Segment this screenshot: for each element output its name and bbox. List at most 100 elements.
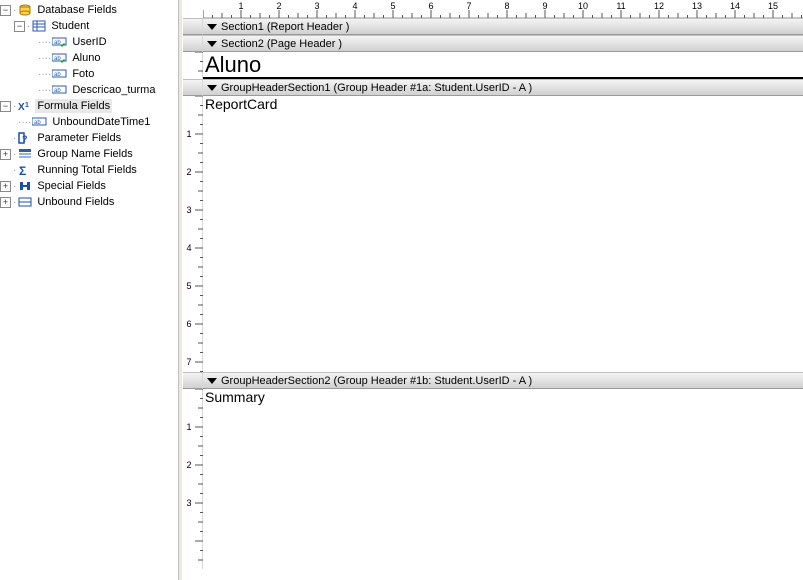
svg-text:10: 10 xyxy=(578,1,588,11)
field-icon: ab xyxy=(52,83,68,97)
tree-node-unbounddatetime[interactable]: ···· ab UnboundDateTime1 xyxy=(0,114,178,130)
svg-text:14: 14 xyxy=(730,1,740,11)
section-band-page-header[interactable]: Aluno xyxy=(203,52,803,79)
svg-text:6: 6 xyxy=(186,319,191,329)
tree-guide: · xyxy=(27,21,30,32)
field-reportcard[interactable]: ReportCard xyxy=(205,96,277,112)
tree-node-userid[interactable]: ···· ab UserID xyxy=(0,34,178,50)
field-explorer-tree[interactable]: − · Database Fields − · Student ···· xyxy=(0,0,178,210)
svg-text:9: 9 xyxy=(542,1,547,11)
svg-text:5: 5 xyxy=(186,281,191,291)
section-bar-page-header[interactable]: Section2 (Page Header ) xyxy=(203,35,803,52)
section-label: Section2 (Page Header ) xyxy=(221,38,342,50)
section-bar-group-header-2[interactable]: GroupHeaderSection2 (Group Header #1b: S… xyxy=(203,372,803,389)
field-icon: ab xyxy=(52,35,68,49)
tree-node-student[interactable]: − · Student xyxy=(0,18,178,34)
svg-text:6: 6 xyxy=(428,1,433,11)
svg-text:3: 3 xyxy=(314,1,319,11)
svg-text:2: 2 xyxy=(276,1,281,11)
expander-icon[interactable]: − xyxy=(0,5,11,16)
tree-label: Formula Fields xyxy=(35,99,112,113)
section-label: GroupHeaderSection2 (Group Header #1b: S… xyxy=(221,375,532,387)
svg-text:ab: ab xyxy=(54,56,61,62)
field-aluno[interactable]: Aluno xyxy=(205,52,261,78)
section-band-group-header-1[interactable]: ReportCard xyxy=(203,96,803,372)
section-bar-group-header-1[interactable]: GroupHeaderSection1 (Group Header #1a: S… xyxy=(203,79,803,96)
collapse-icon[interactable] xyxy=(207,41,217,47)
tree-node-database-fields[interactable]: − · Database Fields xyxy=(0,2,178,18)
tree-guide: · xyxy=(13,101,16,112)
tree-node-special-fields[interactable]: + · Special Fields xyxy=(0,178,178,194)
svg-text:1: 1 xyxy=(186,129,191,139)
tree-node-formula-fields[interactable]: − · X1 Formula Fields xyxy=(0,98,178,114)
tree-label: Special Fields xyxy=(35,179,107,193)
parameter-icon: ? xyxy=(17,131,33,145)
tree-label: Group Name Fields xyxy=(35,147,134,161)
app-root: − · Database Fields − · Student ···· xyxy=(0,0,803,580)
expander-icon[interactable]: + xyxy=(0,181,11,192)
tree-label: Database Fields xyxy=(35,3,119,17)
svg-text:2: 2 xyxy=(186,167,191,177)
tree-node-group-name-fields[interactable]: + · Group Name Fields xyxy=(0,146,178,162)
field-icon: ab xyxy=(52,51,68,65)
tree-guide: · xyxy=(13,197,16,208)
svg-text:15: 15 xyxy=(768,1,778,11)
collapse-icon[interactable] xyxy=(207,24,217,30)
tree-node-parameter-fields[interactable]: · ? Parameter Fields xyxy=(0,130,178,146)
svg-text:1: 1 xyxy=(25,102,29,109)
field-icon: ab xyxy=(32,115,48,129)
svg-text:ab: ab xyxy=(54,72,61,78)
section-bar-report-header[interactable]: Section1 (Report Header ) xyxy=(203,18,803,35)
field-icon: ab xyxy=(52,67,68,81)
database-icon xyxy=(17,3,33,17)
section-label: GroupHeaderSection1 (Group Header #1a: S… xyxy=(221,82,532,94)
tree-guide: ···· xyxy=(38,37,51,48)
tree-guide: ···· xyxy=(38,69,51,80)
svg-text:ab: ab xyxy=(34,120,41,126)
tree-guide: ···· xyxy=(18,117,31,128)
tree-label: Parameter Fields xyxy=(35,131,123,145)
expander-placeholder xyxy=(0,165,11,176)
section-label: Section1 (Report Header ) xyxy=(221,21,349,33)
tree-label: Unbound Fields xyxy=(35,195,116,209)
svg-text:13: 13 xyxy=(692,1,702,11)
expander-placeholder xyxy=(0,133,11,144)
svg-text:?: ? xyxy=(22,134,28,144)
tree-guide: · xyxy=(13,5,16,16)
tree-node-aluno[interactable]: ···· ab Aluno xyxy=(0,50,178,66)
svg-text:5: 5 xyxy=(390,1,395,11)
expander-icon[interactable]: − xyxy=(0,101,11,112)
expander-icon[interactable]: + xyxy=(0,149,11,160)
tree-guide: · xyxy=(13,165,16,176)
collapse-icon[interactable] xyxy=(207,378,217,384)
tree-node-descricao[interactable]: ···· ab Descricao_turma xyxy=(0,82,178,98)
svg-text:4: 4 xyxy=(186,243,191,253)
tree-label: UnboundDateTime1 xyxy=(50,115,152,129)
svg-text:ab: ab xyxy=(54,88,61,94)
tree-label: Descricao_turma xyxy=(70,83,157,97)
section-band-group-header-2[interactable]: Summary xyxy=(203,389,803,569)
svg-text:8: 8 xyxy=(504,1,509,11)
group-icon xyxy=(17,147,33,161)
tree-label: Running Total Fields xyxy=(35,163,138,177)
field-summary[interactable]: Summary xyxy=(205,389,265,405)
tree-guide: · xyxy=(13,133,16,144)
field-explorer-panel: − · Database Fields − · Student ···· xyxy=(0,0,178,580)
collapse-icon[interactable] xyxy=(207,85,217,91)
unbound-icon xyxy=(17,195,33,209)
sigma-icon: Σ xyxy=(17,163,33,177)
table-icon xyxy=(31,19,47,33)
tree-node-running-total-fields[interactable]: · Σ Running Total Fields xyxy=(0,162,178,178)
tree-node-unbound-fields[interactable]: + · Unbound Fields xyxy=(0,194,178,210)
horizontal-ruler[interactable]: 123456789101112131415 xyxy=(203,0,803,18)
expander-icon[interactable]: + xyxy=(0,197,11,208)
special-icon xyxy=(17,179,33,193)
svg-text:1: 1 xyxy=(186,422,191,432)
svg-text:11: 11 xyxy=(616,1,625,11)
svg-text:2: 2 xyxy=(186,460,191,470)
expander-icon[interactable]: − xyxy=(14,21,25,32)
sections-container: Section1 (Report Header ) Section2 (Page… xyxy=(203,18,803,580)
report-designer: 123456789101112131415 1234567123 Section… xyxy=(183,0,803,580)
tree-node-foto[interactable]: ···· ab Foto xyxy=(0,66,178,82)
svg-text:7: 7 xyxy=(466,1,471,11)
